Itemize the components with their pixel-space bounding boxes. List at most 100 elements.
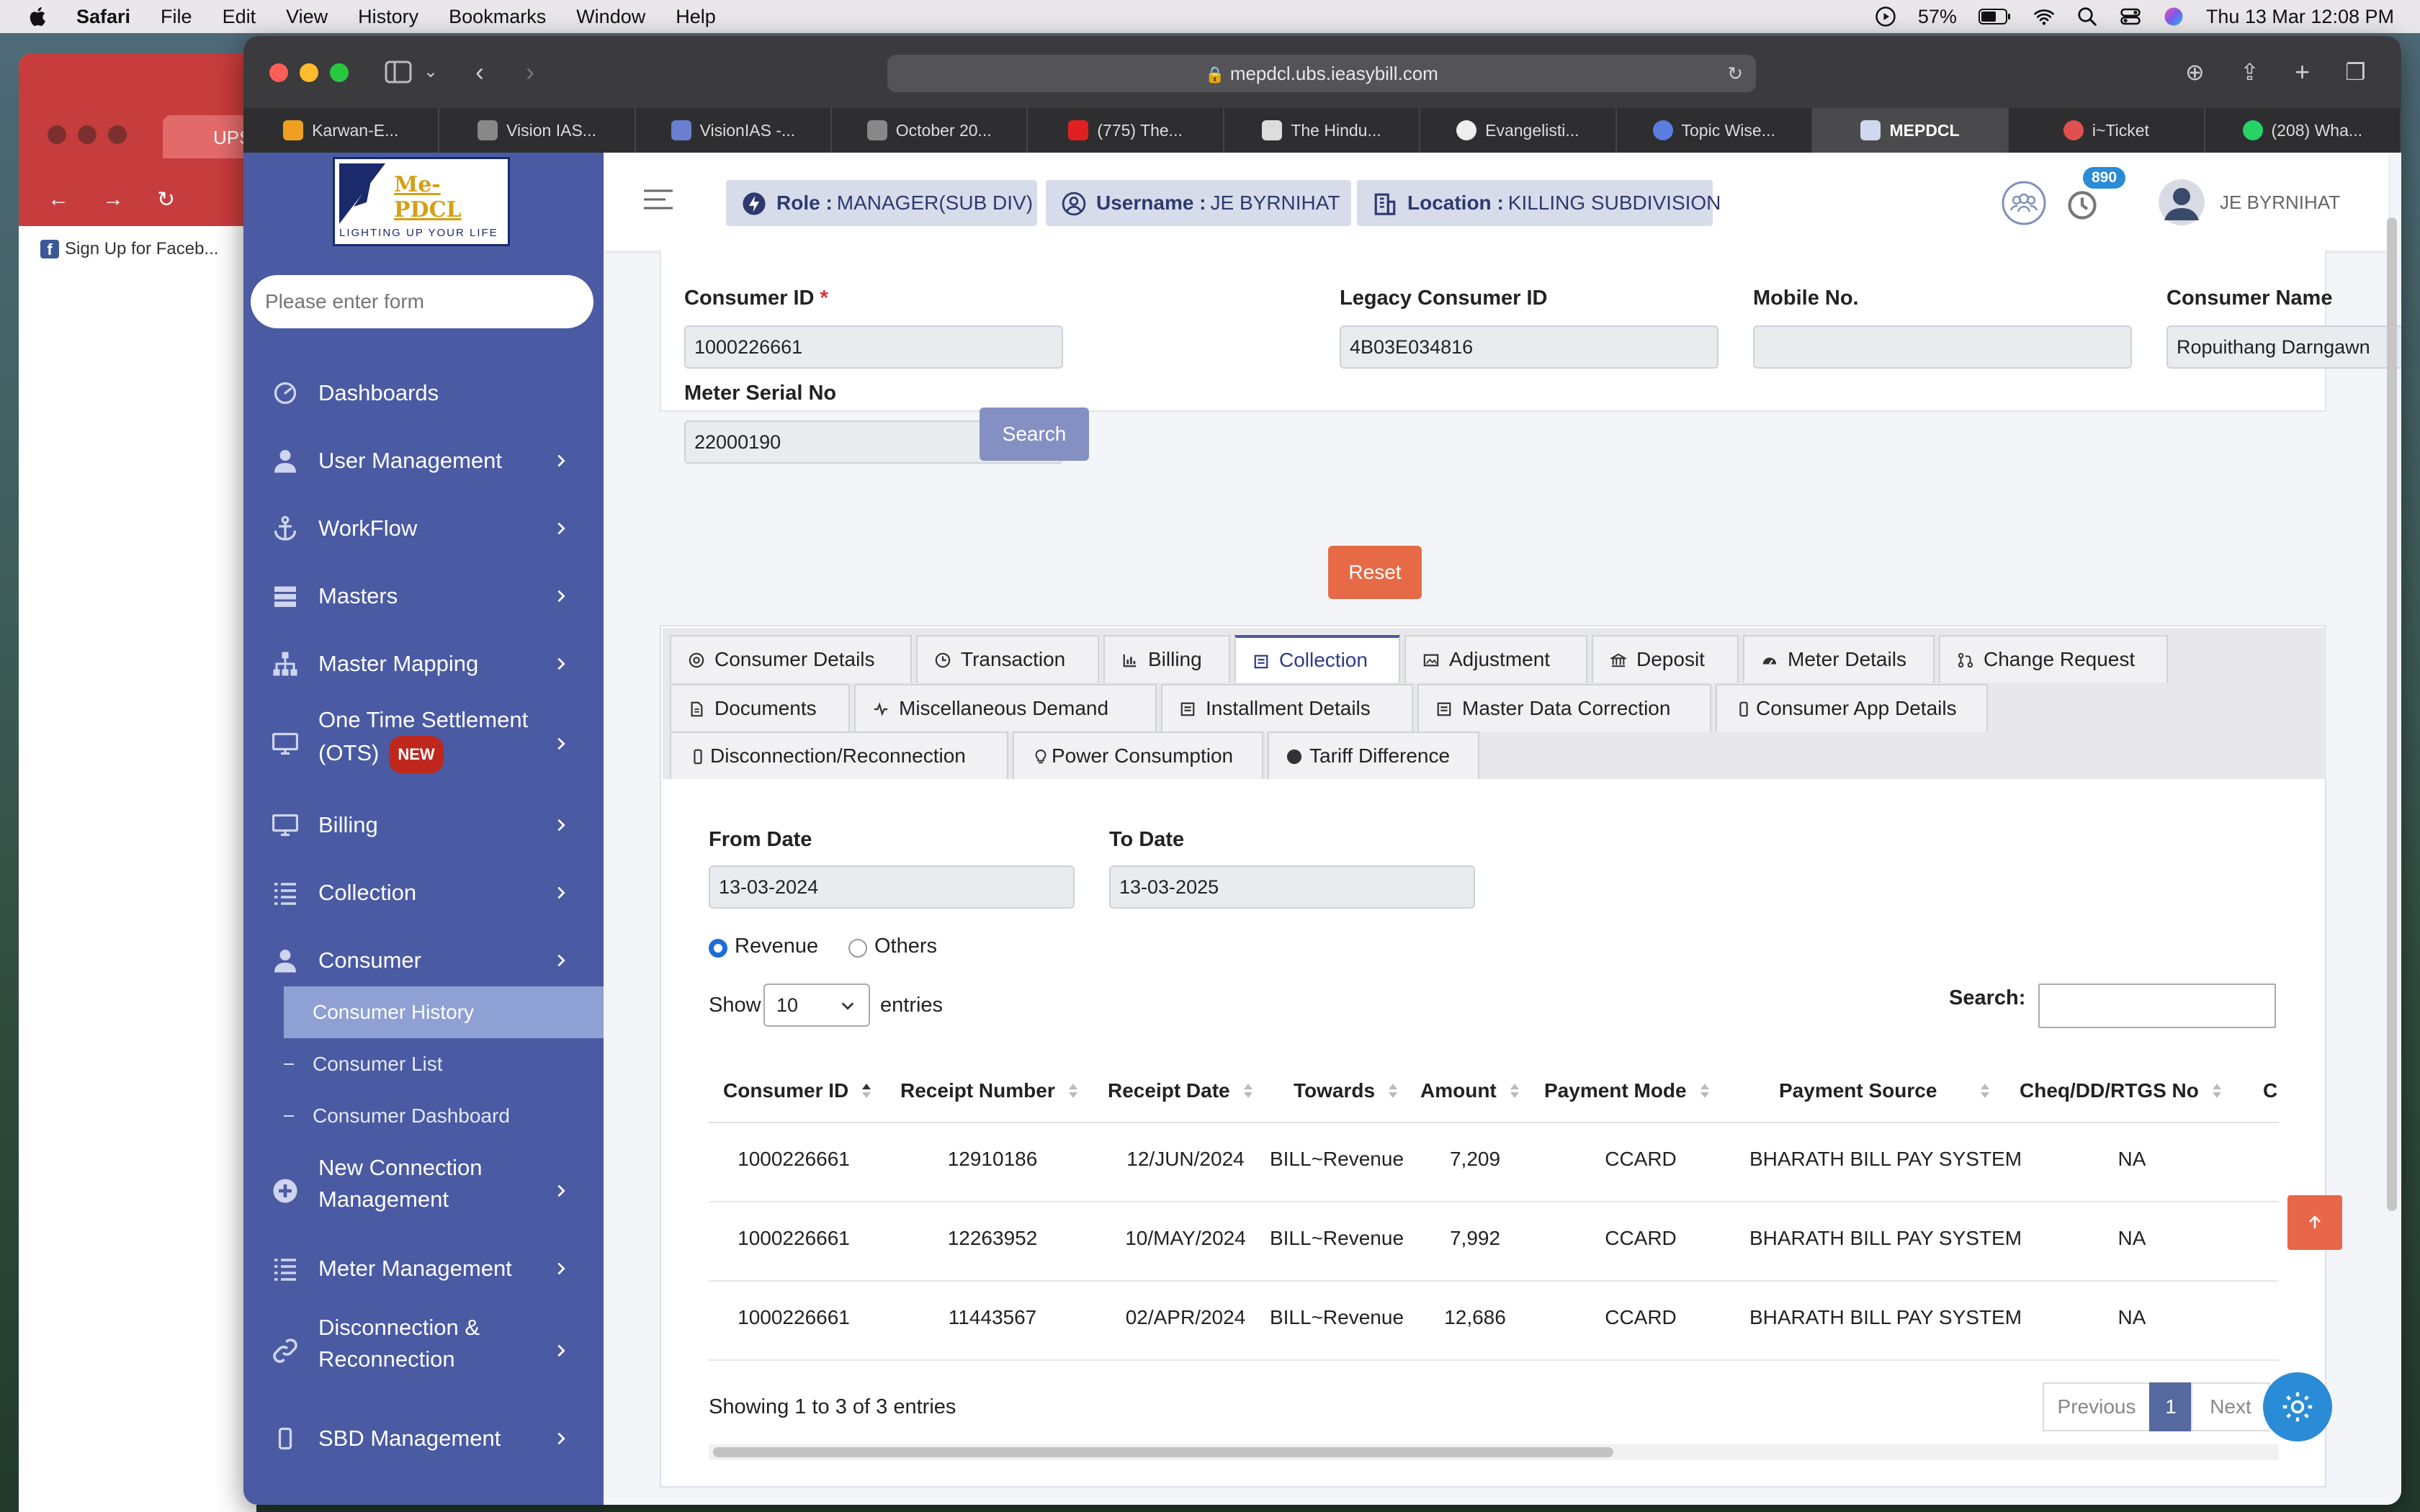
col-receipt-date[interactable]: Receipt Date	[1108, 1066, 1253, 1116]
pagination-next[interactable]: Next	[2191, 1382, 2270, 1431]
battery-icon[interactable]	[1978, 8, 2012, 25]
sidebar-subitem-consumer-dashboard[interactable]: Consumer Dashboard	[284, 1090, 604, 1142]
apple-icon[interactable]	[26, 4, 50, 29]
sidebar-item-one-time-settlement[interactable]: One Time Settlement (OTS) NEW	[243, 704, 604, 783]
play-circle-icon[interactable]	[1875, 6, 1896, 27]
sidebar-subitem-consumer-list[interactable]: Consumer List	[284, 1038, 604, 1090]
browser-tab[interactable]: (775) The...	[1028, 108, 1224, 153]
revenue-radio[interactable]	[709, 939, 727, 958]
col-amount[interactable]: Amount	[1420, 1066, 1520, 1116]
col-receipt-number[interactable]: Receipt Number	[900, 1066, 1078, 1116]
legacy-consumer-id-field[interactable]: 4B03E034816	[1340, 325, 1718, 369]
browser-tab[interactable]: Karwan-E...	[243, 108, 440, 153]
sidebar-item-user-management[interactable]: User Management	[243, 438, 604, 484]
menu-window[interactable]: Window	[576, 6, 645, 28]
others-radio-label[interactable]: Others	[874, 935, 937, 958]
address-bar[interactable]: 🔒 mepdcl.ubs.ieasybill.com ↻	[887, 55, 1756, 92]
from-date-field[interactable]: 13-03-2024	[709, 865, 1075, 909]
tab-meter-details[interactable]: Meter Details	[1743, 635, 1935, 683]
menu-history[interactable]: History	[358, 6, 418, 28]
sidebar-item-masters[interactable]: Masters	[243, 573, 604, 619]
col-consumer-id[interactable]: Consumer ID	[723, 1066, 871, 1116]
sidebar-item-master-mapping[interactable]: Master Mapping	[243, 641, 604, 687]
settings-button[interactable]	[2263, 1372, 2332, 1441]
bookmark-facebook[interactable]: f Sign Up for Faceb...	[40, 239, 218, 259]
sidebar-toggle-icon[interactable]	[385, 60, 412, 84]
consumer-name-field[interactable]: Ropuithang Darngawn	[2166, 325, 2401, 369]
browser-tab[interactable]: Topic Wise...	[1617, 108, 1813, 153]
tab-master-data-correction[interactable]: Master Data Correction	[1417, 684, 1711, 732]
sidebar-subitem-consumer-history[interactable]: Consumer History	[284, 986, 604, 1038]
menu-app-safari[interactable]: Safari	[76, 6, 130, 28]
browser-tab[interactable]: VisionIAS -...	[636, 108, 833, 153]
reset-button[interactable]: Reset	[1328, 546, 1422, 599]
pagination-page-1[interactable]: 1	[2149, 1382, 2192, 1431]
pagination-previous[interactable]: Previous	[2043, 1382, 2151, 1431]
sidebar-item-dashboards[interactable]: Dashboards	[243, 370, 604, 416]
group-users-icon[interactable]	[2001, 180, 2047, 226]
tab-consumer-details[interactable]: Consumer Details	[670, 635, 912, 683]
close-window-button[interactable]	[269, 63, 288, 82]
menu-file[interactable]: File	[161, 6, 192, 28]
reload-icon[interactable]: ↻	[1727, 55, 1743, 92]
tab-change-request[interactable]: Change Request	[1939, 635, 2168, 683]
siri-icon[interactable]	[2163, 6, 2184, 27]
mepdcl-logo[interactable]: Me-PDCL LIGHTING UP YOUR LIFE	[333, 157, 510, 246]
consumer-id-field[interactable]: 1000226661	[684, 325, 1063, 369]
browser-tab-active[interactable]: MEPDCL	[1812, 108, 2009, 153]
tab-overview-icon[interactable]: ❐	[2345, 58, 2366, 86]
form-search-input[interactable]	[251, 275, 593, 328]
control-center-icon[interactable]	[2120, 6, 2141, 27]
sidebar-item-disconnection-reconnection[interactable]: Disconnection & Reconnection	[243, 1312, 604, 1390]
browser-tab[interactable]: (208) Wha...	[2205, 108, 2401, 153]
minimize-window-button[interactable]	[300, 63, 318, 82]
table-search-input[interactable]	[2038, 984, 2276, 1028]
tab-deposit[interactable]: Deposit	[1592, 635, 1739, 683]
menu-help[interactable]: Help	[676, 6, 716, 28]
background-window-tab[interactable]: UPSC	[163, 115, 256, 158]
browser-tab[interactable]: October 20...	[832, 108, 1028, 153]
sidebar-item-new-connection-management[interactable]: New Connection Management	[243, 1152, 604, 1230]
avatar[interactable]	[2158, 179, 2205, 226]
to-date-field[interactable]: 13-03-2025	[1109, 865, 1475, 909]
col-payment-mode[interactable]: Payment Mode	[1544, 1066, 1710, 1116]
background-browser-window[interactable]: UPSC ←→↻ fSign Up for Faceb...	[19, 53, 256, 1512]
tab-disconnection-reconnection[interactable]: Disconnection/Reconnection	[670, 732, 1008, 779]
spotlight-search-icon[interactable]	[2076, 6, 2098, 27]
zoom-window-button[interactable]	[330, 63, 349, 82]
chevron-down-icon[interactable]: ⌄	[424, 58, 438, 86]
tab-billing[interactable]: Billing	[1103, 635, 1230, 683]
tab-consumer-app-details[interactable]: Consumer App Details	[1716, 684, 1988, 732]
browser-tab[interactable]: i~Ticket	[2009, 108, 2205, 153]
menubar-clock[interactable]: Thu 13 Mar 12:08 PM	[2206, 6, 2394, 28]
header-user-name[interactable]: JE BYRNIHAT	[2220, 192, 2340, 214]
search-button[interactable]: Search	[980, 408, 1089, 461]
tab-adjustment[interactable]: Adjustment	[1404, 635, 1587, 683]
forward-button[interactable]: ›	[526, 58, 534, 86]
sidebar-item-consumer[interactable]: Consumer	[243, 937, 604, 984]
share-icon[interactable]: ⇪	[2240, 58, 2259, 86]
menu-view[interactable]: View	[286, 6, 328, 28]
entries-select[interactable]: 10	[763, 984, 870, 1027]
scroll-to-top-button[interactable]	[2287, 1195, 2342, 1250]
tab-miscellaneous-demand[interactable]: Miscellaneous Demand	[854, 684, 1157, 732]
tab-collection[interactable]: Collection	[1234, 635, 1400, 683]
col-towards[interactable]: Towards	[1294, 1066, 1398, 1116]
page-vertical-scrollbar[interactable]	[2387, 217, 2397, 1211]
tab-power-consumption[interactable]: Power Consumption	[1013, 732, 1263, 779]
browser-tab[interactable]: The Hindu...	[1224, 108, 1421, 153]
mobile-no-field[interactable]	[1753, 325, 2132, 369]
tab-installment-details[interactable]: Installment Details	[1161, 684, 1413, 732]
tab-tariff-difference[interactable]: Tariff Difference	[1268, 732, 1479, 779]
browser-tab[interactable]: Evangelisti...	[1420, 108, 1617, 153]
hamburger-menu-icon[interactable]	[644, 189, 673, 210]
horizontal-scrollbar-thumb[interactable]	[713, 1447, 1613, 1457]
revenue-radio-label[interactable]: Revenue	[735, 935, 818, 958]
browser-tab[interactable]: Vision IAS...	[439, 108, 636, 153]
tab-transaction[interactable]: Transaction	[916, 635, 1099, 683]
sidebar-item-sbd-management[interactable]: SBD Management	[243, 1416, 604, 1462]
menu-edit[interactable]: Edit	[223, 6, 256, 28]
sidebar-item-meter-management[interactable]: Meter Management	[243, 1246, 604, 1292]
sidebar-item-collection[interactable]: Collection	[243, 870, 604, 916]
col-payment-source[interactable]: Payment Source	[1779, 1066, 1990, 1116]
